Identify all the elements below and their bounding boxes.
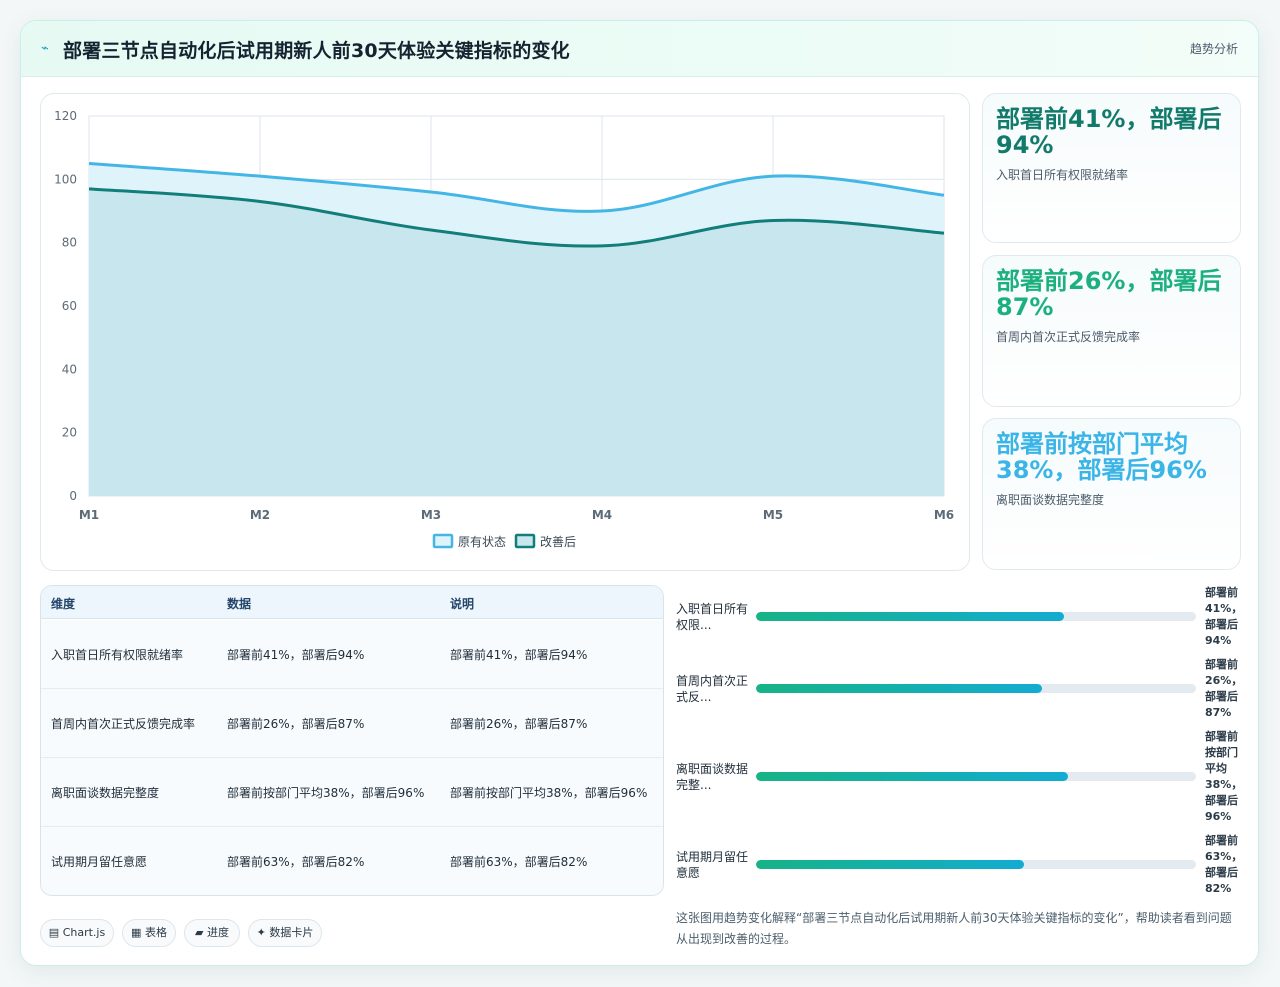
metrics-table: 维度 数据 说明 入职首日所有权限就绪率 部署前41%，部署后94% 部署前41… [40,585,664,896]
progress-item: 首周内首次正式反... 部署前26%，部署后87% [676,658,1242,725]
kpi-label: 入职首日所有权限就绪率 [996,168,1129,182]
chart-description: 这张图用趋势变化解释“部署三节点自动化后试用期新人前30天体验关键指标的变化”，… [676,911,1232,946]
kpi-card-exit-interview: 部署前按部门平均38%，部署后96% 离职面谈数据完整度 [982,418,1241,570]
progress-value: 部署前63%，部署后82% [1205,834,1243,895]
table-cell: 部署前按部门平均38%，部署后96% [450,786,648,800]
progress-fill [756,684,1042,693]
x-tick-label: M6 [934,508,954,522]
x-tick-label: M2 [250,508,270,522]
progress-fill [756,772,1069,781]
progress-value: 部署前41%，部署后94% [1205,586,1243,647]
progress-item: 离职面谈数据完整... 部署前按部门平均38%，部署后96% [676,730,1242,823]
x-tick-label: M5 [763,508,783,522]
column-header: 维度 [51,597,76,611]
table-cell: 入职首日所有权限就绪率 [51,648,184,662]
legend-label: 原有状态 [458,535,506,549]
progress-label: 试用期月留任意愿 [676,850,749,880]
kpi-card-feedback: 部署前26%，部署后87% 首周内首次正式反馈完成率 [982,255,1241,407]
kpi-value: 部署前26%，部署后87% [996,267,1222,321]
table-cell: 部署前41%，部署后94% [450,648,588,662]
x-tick-label: M4 [592,508,612,522]
y-tick-label: 40 [62,362,77,376]
chip-label: 数据卡片 [269,926,314,939]
page-header: ⌁ 部署三节点自动化后试用期新人前30天体验关键指标的变化 趋势分析 [21,21,1258,77]
table-row: 入职首日所有权限就绪率 部署前41%，部署后94% 部署前41%，部署后94% [41,620,663,689]
kpi-label: 离职面谈数据完整度 [996,493,1105,507]
y-tick-label: 20 [62,426,77,440]
y-tick-label: 80 [62,236,77,250]
spark-icon: ⌁ [41,41,49,56]
progress-label: 首周内首次正式反... [676,674,749,704]
legend-swatch [514,533,536,549]
table-cell: 离职面谈数据完整度 [51,786,160,800]
column-header: 数据 [227,597,252,611]
chip-label: 进度 [206,926,229,939]
area-chart: 0 20 40 60 80 100 120 M1 M2 M3 M4 M5 M6 原有状态 改善后 [40,93,970,571]
x-tick-label: M1 [79,508,99,522]
progress-value: 部署前按部门平均38%，部署后96% [1205,730,1243,823]
progress-track [756,860,1196,869]
y-tick-label: 120 [54,109,77,123]
progress-track [756,612,1196,621]
y-tick-label: 100 [54,172,77,186]
x-tick-label: M3 [421,508,441,522]
table-cell: 部署前63%，部署后82% [227,855,365,869]
progress-fill [756,612,1064,621]
progress-item: 试用期月留任意愿 部署前63%，部署后82% [676,833,1242,897]
y-tick-label: 0 [69,489,77,503]
page-title: 部署三节点自动化后试用期新人前30天体验关键指标的变化 [63,40,570,62]
y-tick-label: 60 [62,299,77,313]
progress-icon: ▰ [195,926,204,939]
progress-track [756,772,1196,781]
legend-swatch [432,533,454,549]
progress-value: 部署前26%，部署后87% [1205,658,1243,719]
chart-icon: ▤ [48,926,60,939]
header-tag: 趋势分析 [1189,42,1238,56]
table-cell: 部署前26%，部署后87% [227,717,365,731]
table-row: 首周内首次正式反馈完成率 部署前26%，部署后87% 部署前26%，部署后87% [41,689,663,758]
progress-item: 入职首日所有权限... 部署前41%，部署后94% [676,586,1242,653]
kpi-value: 部署前41%，部署后94% [996,105,1222,159]
chip-chartjs[interactable]: ▤ Chart.js [40,919,114,947]
chip-label: Chart.js [62,926,106,939]
progress-fill [756,860,1025,869]
chip-data-cards[interactable]: ✦ 数据卡片 [248,919,322,947]
table-cell: 试用期月留任意愿 [51,855,148,869]
column-header: 说明 [450,597,475,611]
progress-track [756,684,1196,693]
chip-table[interactable]: ▦ 表格 [122,919,176,947]
progress-label: 离职面谈数据完整... [676,762,749,792]
chip-progress[interactable]: ▰ 进度 [184,919,240,947]
table-cell: 部署前41%，部署后94% [227,648,365,662]
table-cell: 部署前26%，部署后87% [450,717,588,731]
table-cell: 首周内首次正式反馈完成率 [51,717,196,731]
kpi-label: 首周内首次正式反馈完成率 [996,330,1141,344]
kpi-value: 部署前按部门平均38%，部署后96% [996,430,1207,484]
table-row: 离职面谈数据完整度 部署前按部门平均38%，部署后96% 部署前按部门平均38%… [41,758,663,827]
table-header: 维度 数据 说明 [41,586,663,619]
table-cell: 部署前63%，部署后82% [450,855,588,869]
chart-canvas: 0 20 40 60 80 100 120 M1 M2 M3 M4 M5 M6 原有状态 改善后 [54,109,954,549]
legend-label: 改善后 [540,534,576,549]
sparkle-icon: ✦ [256,926,266,939]
table-icon: ▦ [131,926,142,939]
table-row: 试用期月留任意愿 部署前63%，部署后82% 部署前63%，部署后82% [41,827,663,895]
kpi-card-permissions: 部署前41%，部署后94% 入职首日所有权限就绪率 [982,93,1241,243]
chip-label: 表格 [144,926,167,939]
dashboard-card: ⌁ 部署三节点自动化后试用期新人前30天体验关键指标的变化 趋势分析 0 20 40… [20,20,1259,966]
table-cell: 部署前按部门平均38%，部署后96% [227,786,425,800]
progress-label: 入职首日所有权限... [676,602,749,632]
